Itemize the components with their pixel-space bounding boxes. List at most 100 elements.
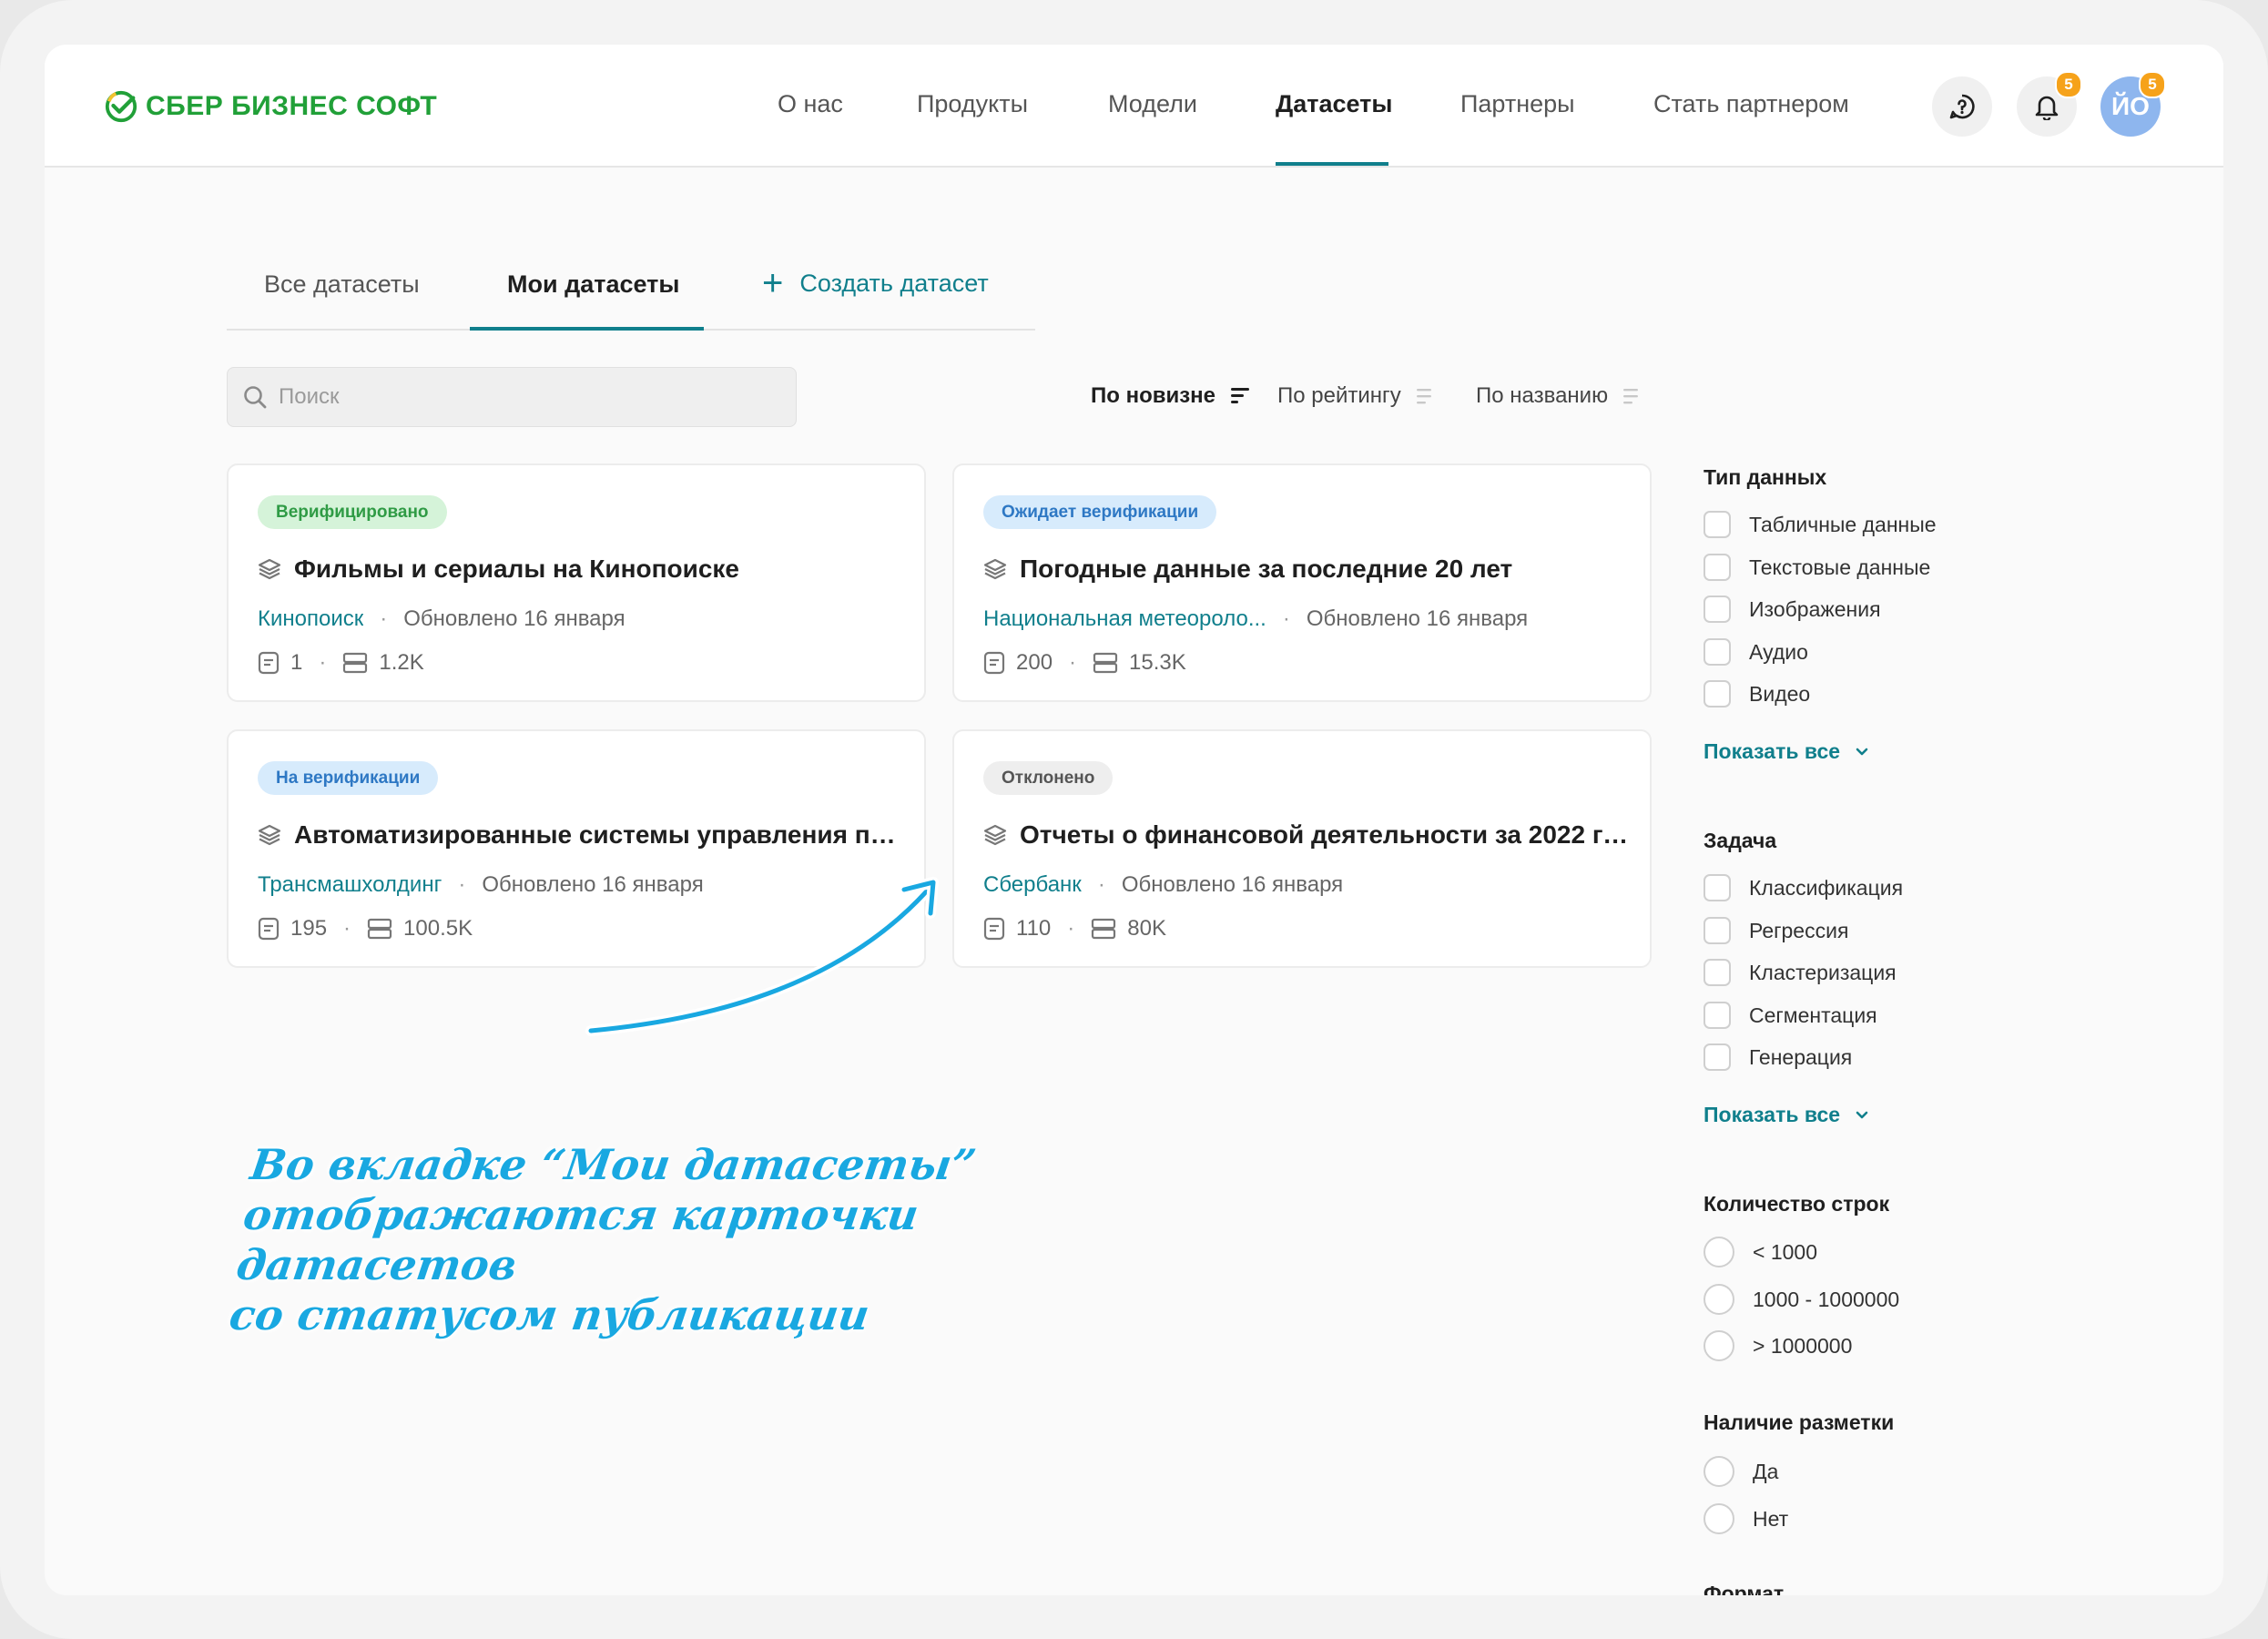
filter-option-label: Кластеризация <box>1749 960 1897 984</box>
checkbox[interactable] <box>1704 1043 1731 1071</box>
checkbox[interactable] <box>1704 554 1731 581</box>
show-all-data-types[interactable]: Показать все <box>1704 739 1869 764</box>
sort-rating-label: По рейтингу <box>1277 383 1401 408</box>
radio[interactable] <box>1704 1237 1734 1267</box>
filter-option-label: 1000 - 1000000 <box>1753 1287 1900 1311</box>
checkbox[interactable] <box>1704 1002 1731 1029</box>
dataset-stats: 195 · 100.5K <box>258 916 473 942</box>
dataset-title-text: Отчеты о финансовой деятельности за 2022… <box>1020 820 1630 849</box>
dataset-stats: 200 · 15.3K <box>983 650 1186 676</box>
sber-logo-icon <box>105 90 137 123</box>
nav-about[interactable]: О нас <box>778 90 843 118</box>
radio[interactable] <box>1704 1284 1734 1315</box>
status-badge: На верификации <box>258 761 439 795</box>
dataset-card[interactable]: Ожидает верификации Погодные данные за п… <box>952 463 1652 702</box>
dataset-meta: Трансмашхолдинг · Обновлено 16 января <box>258 872 704 898</box>
separator-dot: · <box>1067 916 1075 941</box>
nav-active-underline <box>1276 162 1388 166</box>
status-badge: Ожидает верификации <box>983 495 1217 529</box>
rows-icon <box>367 918 392 940</box>
rows-icon <box>1092 918 1116 940</box>
annotation-line: Во вкладке “Мои датасеты” <box>247 1140 980 1189</box>
filter-option[interactable]: 1000 - 1000000 <box>1704 1284 1899 1315</box>
dataset-org-link[interactable]: Сбербанк <box>983 872 1082 898</box>
filter-option[interactable]: Текстовые данные <box>1704 554 1930 581</box>
file-icon <box>983 651 1005 675</box>
filter-option[interactable]: Изображения <box>1704 596 1881 623</box>
dataset-title[interactable]: Автоматизированные системы управления пр… <box>258 820 904 850</box>
radio[interactable] <box>1704 1503 1734 1534</box>
radio[interactable] <box>1704 1456 1734 1487</box>
filter-option-label: Аудио <box>1749 639 1808 664</box>
row-count: 100.5K <box>403 916 473 941</box>
sort-name[interactable]: По названию <box>1476 383 1639 409</box>
dataset-org-link[interactable]: Кинопоиск <box>258 606 363 632</box>
brand-logo[interactable]: СБЕР БИЗНЕС СОФТ <box>104 88 437 125</box>
filter-option[interactable]: Регрессия <box>1704 917 1848 944</box>
dataset-meta: Национальная метеороло... · Обновлено 16… <box>983 606 1528 632</box>
checkbox[interactable] <box>1704 959 1731 986</box>
filter-option[interactable]: Видео <box>1704 680 1810 708</box>
dataset-card[interactable]: На верификации Автоматизированные систем… <box>227 729 926 968</box>
dataset-title[interactable]: Фильмы и сериалы на Кинопоиске <box>258 555 904 584</box>
dataset-updated: Обновлено 16 января <box>1121 872 1344 897</box>
dataset-title[interactable]: Отчеты о финансовой деятельности за 2022… <box>983 820 1630 850</box>
dataset-updated: Обновлено 16 января <box>1306 606 1529 631</box>
nav-become-partner[interactable]: Стать партнером <box>1653 90 1849 118</box>
layers-icon <box>258 558 281 580</box>
separator-dot: · <box>1069 650 1077 675</box>
sort-rating[interactable]: По рейтингу <box>1277 383 1432 409</box>
filter-option[interactable]: Да <box>1704 1456 1778 1487</box>
filter-option[interactable]: Классификация <box>1704 874 1903 901</box>
checkbox[interactable] <box>1704 917 1731 944</box>
file-count: 195 <box>290 916 328 941</box>
nav-partners[interactable]: Партнеры <box>1460 90 1575 118</box>
filter-option[interactable]: Аудио <box>1704 638 1808 666</box>
device-frame: СБЕР БИЗНЕС СОФТ О нас Продукты Модели Д… <box>0 0 2268 1639</box>
filter-option[interactable]: Кластеризация <box>1704 959 1897 986</box>
dataset-card[interactable]: Верифицировано Фильмы и сериалы на Киноп… <box>227 463 926 702</box>
annotation-line: со статусом публикации <box>226 1290 873 1339</box>
chevron-down-icon <box>1856 1111 1868 1118</box>
notifications-button[interactable]: 5 <box>2017 71 2082 137</box>
radio[interactable] <box>1704 1330 1734 1361</box>
layers-icon <box>983 558 1007 580</box>
dataset-card[interactable]: Отклонено Отчеты о финансовой деятельнос… <box>952 729 1652 968</box>
filter-option-label: Видео <box>1749 681 1811 706</box>
checkbox[interactable] <box>1704 680 1731 708</box>
checkbox[interactable] <box>1704 638 1731 666</box>
checkbox[interactable] <box>1704 511 1731 538</box>
tab-all-datasets[interactable]: Все датасеты <box>264 270 420 299</box>
filter-option[interactable]: > 1000000 <box>1704 1330 1852 1361</box>
filter-option-label: Изображения <box>1749 596 1881 621</box>
filter-option[interactable]: Генерация <box>1704 1043 1852 1071</box>
nav-products[interactable]: Продукты <box>917 90 1028 118</box>
dataset-title[interactable]: Погодные данные за последние 20 лет <box>983 555 1630 584</box>
nav-models[interactable]: Модели <box>1108 90 1197 118</box>
rows-icon <box>1093 652 1118 674</box>
user-avatar[interactable]: ЙО 5 <box>2100 71 2166 137</box>
filter-data-type-title: Тип данных <box>1704 465 1827 489</box>
status-badge: Отклонено <box>983 761 1114 795</box>
filter-option-label: < 1000 <box>1753 1239 1817 1264</box>
dataset-org-link[interactable]: Трансмашхолдинг <box>258 872 442 898</box>
search-box[interactable] <box>227 367 797 427</box>
layers-icon <box>258 824 281 846</box>
search-input[interactable] <box>277 383 772 411</box>
sort-desc-icon <box>1231 388 1250 403</box>
sort-newest[interactable]: По новизне <box>1091 383 1250 409</box>
tab-my-datasets[interactable]: Мои датасеты <box>507 270 679 299</box>
filter-option[interactable]: < 1000 <box>1704 1237 1817 1267</box>
nav-datasets[interactable]: Датасеты <box>1276 90 1392 118</box>
create-dataset-button[interactable]: + Создать датасет <box>762 265 989 301</box>
help-button[interactable] <box>1932 76 1992 137</box>
filter-option[interactable]: Сегментация <box>1704 1002 1877 1029</box>
filter-option[interactable]: Нет <box>1704 1503 1788 1534</box>
checkbox[interactable] <box>1704 874 1731 901</box>
dataset-org-link[interactable]: Национальная метеороло... <box>983 606 1266 632</box>
show-all-tasks[interactable]: Показать все <box>1704 1103 1869 1127</box>
rows-icon <box>343 652 368 674</box>
filter-option[interactable]: Табличные данные <box>1704 511 1937 538</box>
checkbox[interactable] <box>1704 596 1731 623</box>
dataset-title-text: Автоматизированные системы управления пр… <box>294 820 904 849</box>
